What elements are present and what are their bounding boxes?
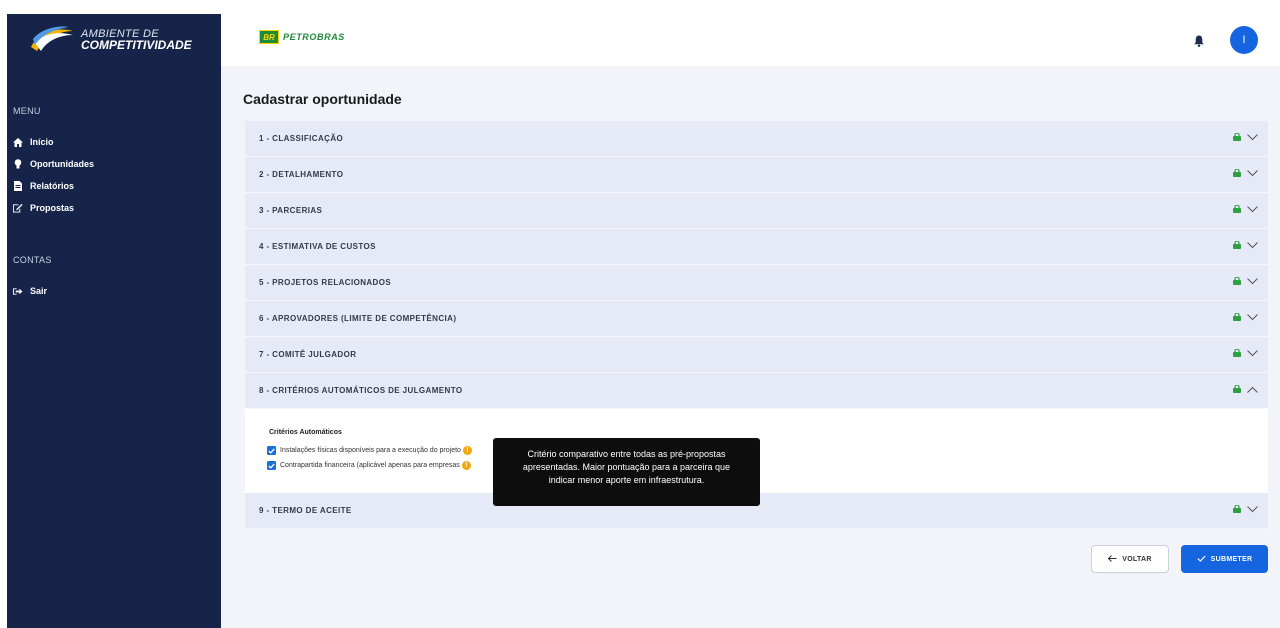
chevron-down-icon[interactable]: [1247, 169, 1258, 177]
lock-icon: [1233, 313, 1241, 321]
edit-icon: [13, 203, 23, 213]
home-icon: [13, 137, 23, 147]
chevron-down-icon[interactable]: [1247, 205, 1258, 213]
lock-icon: [1233, 169, 1241, 177]
lock-icon: [1233, 205, 1241, 213]
section-label: 2 - DETALHAMENTO: [259, 170, 344, 179]
section-label: 5 - PROJETOS RELACIONADOS: [259, 278, 392, 287]
section-label: 8 - CRITÉRIOS AUTOMÁTICOS DE JULGAMENTO: [259, 386, 463, 395]
section-label: 3 - PARCERIAS: [259, 206, 323, 215]
criteria-item-contrapartida[interactable]: Contrapartida financeira (aplicável apen…: [267, 461, 471, 470]
lock-icon: [1233, 505, 1241, 513]
criteria-title: Critérios Automáticos: [269, 429, 342, 436]
chevron-down-icon[interactable]: [1247, 133, 1258, 141]
section-label: 6 - APROVADORES (LIMITE DE COMPETÊNCIA): [259, 314, 457, 323]
lock-icon: [1233, 133, 1241, 141]
tooltip-line: Critério comparativo entre todas as pré-…: [527, 449, 726, 459]
brand-name: PETROBRAS: [283, 32, 345, 42]
criteria-tooltip: Critério comparativo entre todas as pré-…: [493, 438, 760, 506]
back-button[interactable]: VOLTAR: [1091, 545, 1169, 573]
lock-icon: [1233, 241, 1241, 249]
criteria-label: Instalações físicas disponíveis para a e…: [280, 447, 461, 454]
sidebar-item-propostas[interactable]: Propostas: [7, 197, 221, 219]
lightbulb-icon: [13, 159, 23, 169]
section-estimativa-custos[interactable]: 4 - ESTIMATIVA DE CUSTOS: [245, 229, 1268, 265]
section-projetos-relacionados[interactable]: 5 - PROJETOS RELACIONADOS: [245, 265, 1268, 301]
chevron-up-icon[interactable]: [1247, 386, 1258, 393]
section-parcerias[interactable]: 3 - PARCERIAS: [245, 193, 1268, 229]
criteria-label: Contrapartida financeira (aplicável apen…: [280, 462, 460, 469]
logo-line2: COMPETITIVIDADE: [81, 38, 192, 52]
submit-button-label: SUBMETER: [1210, 555, 1253, 563]
lock-icon: [1233, 349, 1241, 357]
section-label: 7 - COMITÊ JULGADOR: [259, 350, 357, 359]
page-title: Cadastrar oportunidade: [243, 91, 402, 107]
section-label: 9 - TERMO DE ACEITE: [259, 506, 352, 515]
accounts-heading: CONTAS: [13, 255, 52, 265]
app-logo[interactable]: AMBIENTE DE COMPETITIVIDADE: [7, 14, 221, 66]
lock-icon: [1233, 385, 1241, 393]
chevron-down-icon[interactable]: [1247, 277, 1258, 285]
file-icon: [13, 181, 23, 191]
checkbox-checked[interactable]: [267, 461, 276, 470]
sidebar-item-label: Relatórios: [30, 181, 75, 191]
lock-icon: [1233, 277, 1241, 285]
sidebar-item-label: Sair: [30, 286, 48, 296]
section-label: 1 - CLASSIFICAÇÃO: [259, 134, 344, 143]
sidebar-item-oportunidades[interactable]: Oportunidades: [7, 153, 221, 175]
notification-bell-icon[interactable]: [1194, 34, 1204, 52]
sidebar-item-label: Propostas: [30, 203, 75, 213]
menu-list: Início Oportunidades Relatórios Proposta…: [7, 131, 221, 219]
main-content: Cadastrar oportunidade 1 - CLASSIFICAÇÃO…: [221, 66, 1280, 628]
section-criterios-automaticos[interactable]: 8 - CRITÉRIOS AUTOMÁTICOS DE JULGAMENTO: [245, 373, 1268, 409]
criteria-item-instalacoes[interactable]: Instalações físicas disponíveis para a e…: [267, 446, 472, 455]
sign-out-icon: [13, 286, 23, 296]
chevron-down-icon[interactable]: [1247, 349, 1258, 357]
tooltip-line: indicar menor aporte em infraestrutura.: [548, 475, 705, 485]
section-label: 4 - ESTIMATIVA DE CUSTOS: [259, 242, 376, 251]
sidebar-item-label: Oportunidades: [30, 159, 95, 169]
submit-button[interactable]: SUBMETER: [1181, 545, 1268, 573]
info-icon[interactable]: !: [461, 461, 471, 470]
logo-swoosh-icon: [31, 26, 73, 51]
chevron-down-icon[interactable]: [1247, 241, 1258, 249]
sidebar: AMBIENTE DE COMPETITIVIDADE MENU Início …: [7, 14, 221, 628]
section-comite-julgador[interactable]: 7 - COMITÊ JULGADOR: [245, 337, 1268, 373]
checkbox-checked[interactable]: [267, 446, 276, 455]
br-badge: BR: [259, 30, 279, 44]
user-avatar[interactable]: I: [1230, 26, 1258, 54]
top-header: BR PETROBRAS I: [221, 14, 1280, 66]
section-aprovadores[interactable]: 6 - APROVADORES (LIMITE DE COMPETÊNCIA): [245, 301, 1268, 337]
arrow-left-icon: [1108, 554, 1117, 564]
menu-heading: MENU: [13, 106, 41, 116]
back-button-label: VOLTAR: [1122, 555, 1152, 563]
sidebar-item-sair[interactable]: Sair: [7, 280, 221, 302]
chevron-down-icon[interactable]: [1247, 505, 1258, 513]
section-detalhamento[interactable]: 2 - DETALHAMENTO: [245, 157, 1268, 193]
section-classificacao[interactable]: 1 - CLASSIFICAÇÃO: [245, 121, 1268, 157]
sidebar-item-relatorios[interactable]: Relatórios: [7, 175, 221, 197]
sidebar-item-inicio[interactable]: Início: [7, 131, 221, 153]
info-icon[interactable]: !: [462, 446, 472, 455]
sidebar-item-label: Início: [30, 137, 54, 147]
petrobras-brand: BR PETROBRAS: [259, 30, 345, 44]
tooltip-line: apresentadas. Maior pontuação para a par…: [522, 462, 731, 472]
accounts-list: Sair: [7, 280, 221, 302]
check-icon: [1197, 555, 1206, 564]
chevron-down-icon[interactable]: [1247, 313, 1258, 321]
